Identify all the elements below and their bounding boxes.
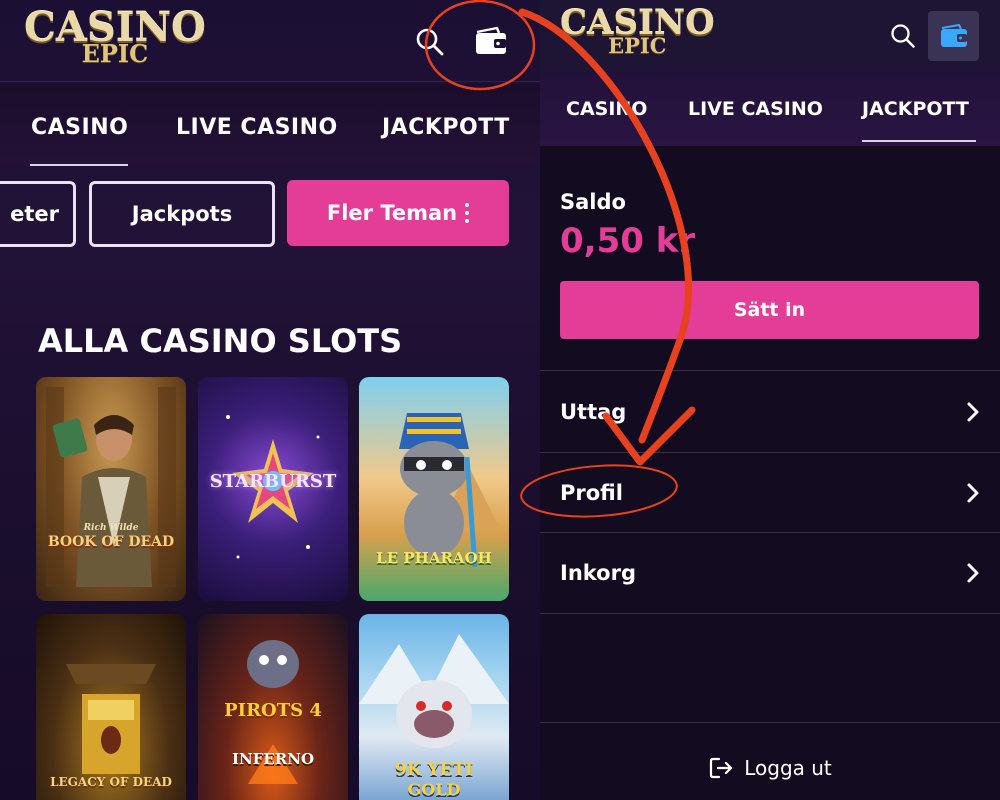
game-subtitle: Rich Wilde: [83, 523, 139, 533]
chevron-right-icon: [967, 402, 979, 422]
game-title-top: PIROTS 4: [224, 700, 322, 721]
balance-value: 0,50 kr: [560, 221, 696, 261]
game-title: INFERNO: [231, 750, 315, 768]
section-title: ALLA CASINO SLOTS: [38, 322, 403, 360]
tab-live-casino[interactable]: LIVE CASINO: [176, 115, 338, 140]
logout-label: Logga ut: [744, 756, 832, 780]
game-title: LEGACY OF DEAD: [50, 775, 172, 789]
divider: [540, 722, 1000, 723]
more-themes-button[interactable]: Fler Teman: [287, 180, 509, 246]
menu-item-withdraw[interactable]: Uttag: [540, 372, 1000, 452]
game-title: LE PHARAOH: [376, 549, 492, 567]
search-icon[interactable]: [414, 26, 446, 58]
game-art: [399, 413, 499, 568]
game-card-starburst[interactable]: STARBURST: [198, 377, 348, 601]
game-title: BOOK OF DEAD: [47, 534, 175, 550]
theme-pill-partial[interactable]: eter: [0, 181, 76, 247]
game-title: STARBURST: [209, 471, 337, 492]
wallet-icon[interactable]: [472, 24, 510, 58]
game-card-legacy-of-dead[interactable]: LEGACY OF DEAD: [36, 614, 186, 800]
game-card-book-of-dead[interactable]: Rich Wilde BOOK OF DEAD: [36, 377, 186, 601]
logout-button[interactable]: Logga ut: [540, 748, 1000, 788]
menu-item-label: Inkorg: [560, 561, 636, 585]
casino-epic-logo[interactable]: CASINO EPIC: [560, 6, 715, 56]
chevron-right-icon: [967, 563, 979, 583]
deposit-button[interactable]: Sätt in: [560, 281, 979, 339]
active-tab-indicator: [30, 164, 128, 166]
main-tabs: CASINO LIVE CASINO JACKPOTT: [0, 84, 540, 166]
left-screen: CASINO EPIC CASINO LIVE CASINO JACKPOTT …: [0, 0, 540, 800]
theme-pill-jackpots[interactable]: Jackpots: [89, 181, 275, 247]
game-title: GOLD: [407, 780, 461, 799]
more-vertical-icon: [465, 203, 470, 223]
divider: [540, 370, 1000, 371]
casino-epic-logo[interactable]: CASINO EPIC: [24, 8, 206, 66]
tab-jackpott[interactable]: JACKPOTT: [382, 115, 510, 140]
menu-item-label: Uttag: [560, 400, 627, 424]
game-art: [66, 664, 156, 774]
chevron-right-icon: [967, 483, 979, 503]
game-card-9k-yeti-gold[interactable]: 9K YETI GOLD: [359, 614, 509, 800]
more-themes-label: Fler Teman: [326, 201, 458, 225]
game-title-top: 9K YETI: [394, 760, 474, 780]
game-card-pirots-4[interactable]: PIROTS 4 INFERNO: [198, 614, 348, 800]
game-card-le-pharaoh[interactable]: LE PHARAOH: [359, 377, 509, 601]
menu-item-label: Profil: [560, 481, 623, 505]
logout-icon: [710, 757, 733, 779]
wallet-panel-content: CASINO EPIC Saldo 0,50 kr Sätt in Uttag …: [540, 0, 1000, 800]
theme-pill-partial-label: eter: [10, 202, 59, 226]
divider: [540, 613, 1000, 614]
balance-label: Saldo: [560, 190, 626, 214]
tab-casino[interactable]: CASINO: [31, 115, 128, 140]
game-art: [46, 387, 176, 587]
site-header: CASINO EPIC: [0, 0, 540, 82]
menu-item-inbox[interactable]: Inkorg: [540, 533, 1000, 613]
theme-pill-jackpots-label: Jackpots: [131, 202, 233, 226]
menu-item-profile[interactable]: Profil: [540, 453, 1000, 533]
